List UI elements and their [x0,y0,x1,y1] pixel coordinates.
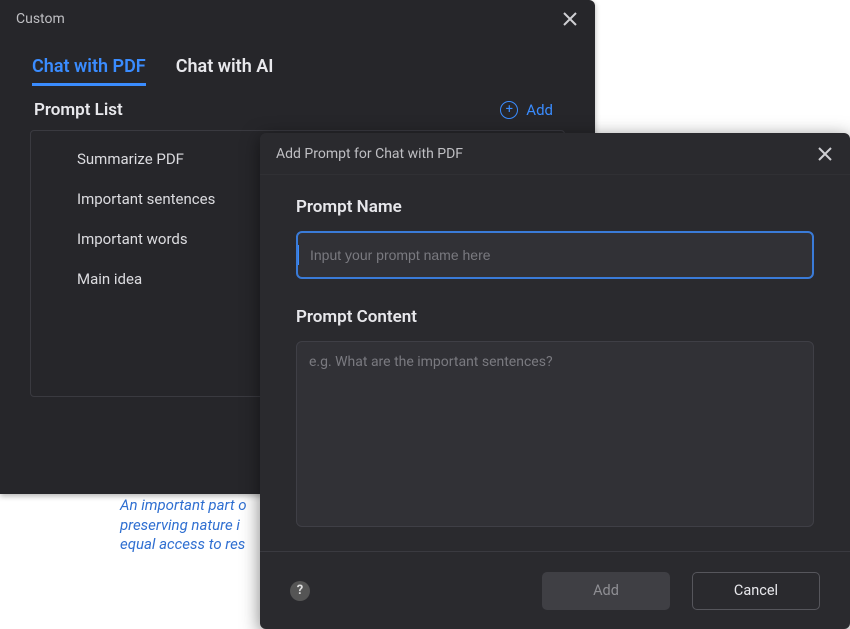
help-icon[interactable]: ? [290,581,310,601]
tab-chat-with-pdf[interactable]: Chat with PDF [32,56,146,86]
add-button[interactable]: Add [500,101,553,119]
prompt-name-label: Prompt Name [296,197,814,217]
tabs: Chat with PDF Chat with AI [0,38,595,96]
close-icon[interactable] [561,10,579,28]
add-confirm-button[interactable]: Add [542,572,670,610]
add-prompt-dialog: Add Prompt for Chat with PDF Prompt Name… [260,133,850,629]
dialog-header: Add Prompt for Chat with PDF [260,133,850,175]
prompt-content-label: Prompt Content [296,307,814,327]
dialog-footer: ? Add Cancel [260,551,850,629]
panel-title: Custom [16,11,561,27]
tab-chat-with-ai[interactable]: Chat with AI [176,56,274,86]
background-text: An important part o preserving nature i … [120,496,247,555]
list-title: Prompt List [34,100,500,120]
plus-circle-icon [500,101,518,119]
panel-header: Custom [0,0,595,38]
dialog-body: Prompt Name Prompt Content [260,175,850,551]
list-header: Prompt List Add [0,96,595,130]
dialog-title: Add Prompt for Chat with PDF [276,146,816,162]
close-icon[interactable] [816,145,834,163]
add-button-label: Add [526,101,553,119]
cancel-button[interactable]: Cancel [692,572,820,610]
prompt-name-input[interactable] [296,231,814,279]
prompt-content-input[interactable] [296,341,814,527]
